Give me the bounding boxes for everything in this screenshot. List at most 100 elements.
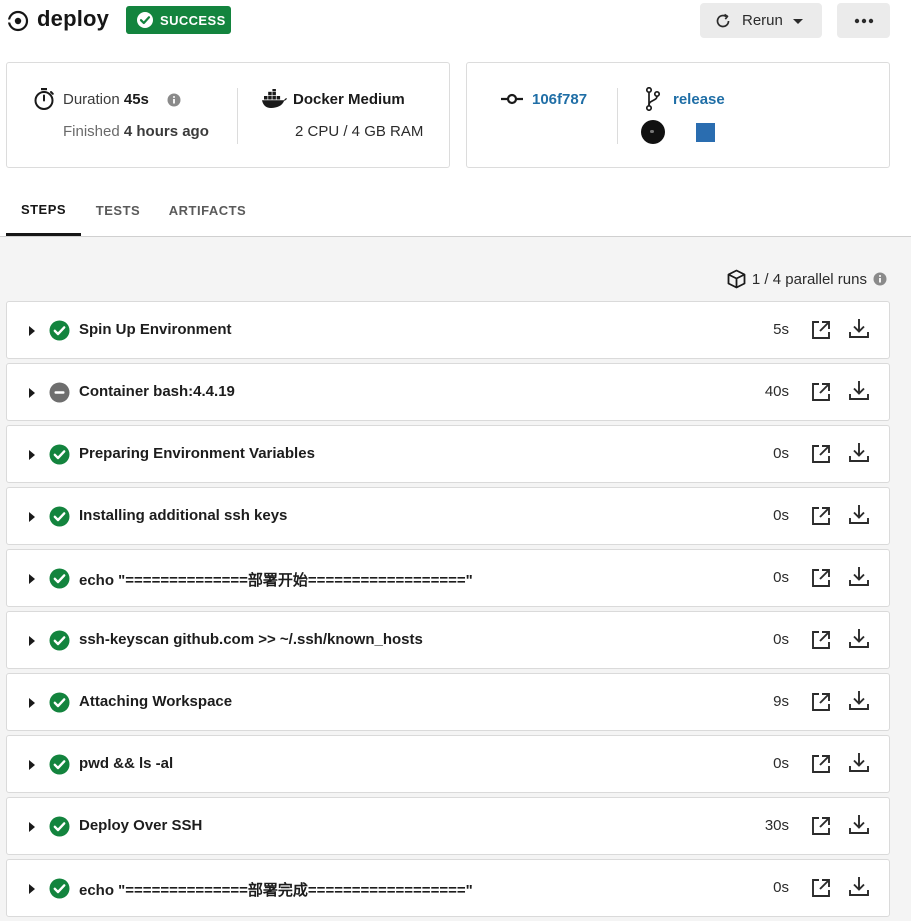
download-icon[interactable]	[848, 441, 870, 463]
caret-right-icon[interactable]	[27, 635, 37, 647]
step-row[interactable]: echo "==============部署完成================…	[6, 859, 890, 917]
step-label: Installing additional ssh keys	[79, 507, 288, 524]
download-icon[interactable]	[848, 317, 870, 339]
commit-card: 106f787 release	[466, 62, 890, 168]
external-link-icon[interactable]	[810, 691, 832, 713]
parallel-runs-label: 1 / 4 parallel runs	[751, 270, 867, 288]
page-title: deploy	[37, 6, 110, 31]
success-icon	[49, 444, 70, 465]
caret-right-icon[interactable]	[27, 883, 37, 895]
success-icon	[49, 692, 70, 713]
step-row[interactable]: Spin Up Environment 5s	[6, 301, 890, 359]
external-link-icon[interactable]	[810, 753, 832, 775]
success-icon	[49, 754, 70, 775]
check-circle-icon	[137, 12, 153, 28]
step-row[interactable]: Preparing Environment Variables 0s	[6, 425, 890, 483]
step-row[interactable]: ssh-keyscan github.com >> ~/.ssh/known_h…	[6, 611, 890, 669]
step-duration: 0s	[773, 879, 789, 896]
status-badge: SUCCESS	[126, 6, 231, 34]
caret-right-icon[interactable]	[27, 387, 37, 399]
step-label: pwd && ls -al	[79, 755, 174, 772]
avatar[interactable]	[641, 120, 665, 144]
caret-right-icon[interactable]	[27, 821, 37, 833]
step-duration: 0s	[773, 507, 789, 524]
download-icon[interactable]	[848, 751, 870, 773]
rerun-button[interactable]: Rerun	[700, 3, 822, 38]
job-summary-card: Duration 45s Finished 4 hours ago Docker…	[6, 62, 450, 168]
download-icon[interactable]	[848, 379, 870, 401]
download-icon[interactable]	[848, 813, 870, 835]
tab-tests[interactable]: TESTS	[86, 185, 150, 236]
download-icon[interactable]	[848, 627, 870, 649]
duration-text: Duration 45s	[63, 91, 149, 108]
success-icon	[49, 506, 70, 527]
step-row[interactable]: pwd && ls -al 0s	[6, 735, 890, 793]
step-duration: 5s	[773, 321, 789, 338]
external-link-icon[interactable]	[810, 815, 832, 837]
success-icon	[49, 816, 70, 837]
executor-text: Docker Medium	[293, 91, 405, 108]
caret-down-icon	[792, 18, 803, 24]
step-duration: 0s	[773, 755, 789, 772]
branch-link[interactable]: release	[673, 91, 725, 108]
step-duration: 30s	[764, 817, 789, 834]
duration-value: 45s	[123, 91, 149, 108]
caret-right-icon[interactable]	[27, 511, 37, 523]
duration-label: Duration	[63, 91, 120, 108]
download-icon[interactable]	[848, 503, 870, 525]
step-row[interactable]: Installing additional ssh keys 0s	[6, 487, 890, 545]
step-label: echo "==============部署开始================…	[79, 572, 473, 589]
external-link-icon[interactable]	[810, 381, 832, 403]
external-link-icon[interactable]	[810, 877, 832, 899]
tab-artifacts[interactable]: ARTIFACTS	[160, 185, 255, 236]
divider	[617, 88, 618, 144]
step-row[interactable]: Container bash:4.4.19 40s	[6, 363, 890, 421]
download-icon[interactable]	[848, 565, 870, 587]
external-link-icon[interactable]	[810, 443, 832, 465]
caret-right-icon[interactable]	[27, 573, 37, 585]
step-label: Deploy Over SSH	[79, 817, 203, 834]
step-duration: 40s	[764, 383, 789, 400]
success-icon	[49, 878, 70, 899]
finished-text: Finished 4 hours ago	[63, 123, 209, 140]
info-icon[interactable]	[873, 272, 887, 286]
caret-right-icon[interactable]	[27, 759, 37, 771]
avatar[interactable]	[696, 123, 715, 142]
more-options-button[interactable]	[837, 3, 890, 38]
step-row[interactable]: echo "==============部署开始================…	[6, 549, 890, 607]
external-link-icon[interactable]	[810, 505, 832, 527]
external-link-icon[interactable]	[810, 567, 832, 589]
step-row[interactable]: Deploy Over SSH 30s	[6, 797, 890, 855]
executor-name: Docker Medium	[293, 91, 405, 108]
step-label: echo "==============部署完成================…	[79, 882, 473, 899]
refresh-icon	[716, 13, 730, 27]
step-duration: 0s	[773, 445, 789, 462]
commit-link[interactable]: 106f787	[532, 91, 587, 108]
step-row[interactable]: Attaching Workspace 9s	[6, 673, 890, 731]
tab-steps[interactable]: STEPS	[6, 185, 81, 236]
docker-icon	[262, 89, 287, 108]
step-label: Preparing Environment Variables	[79, 445, 315, 462]
status-badge-label: SUCCESS	[160, 12, 226, 28]
caret-right-icon[interactable]	[27, 449, 37, 461]
info-icon[interactable]	[167, 93, 181, 107]
step-label: Spin Up Environment	[79, 321, 232, 338]
stopwatch-icon	[34, 88, 54, 110]
download-icon[interactable]	[848, 875, 870, 897]
download-icon[interactable]	[848, 689, 870, 711]
caret-right-icon[interactable]	[27, 697, 37, 709]
success-icon	[49, 630, 70, 651]
finished-label: Finished	[63, 123, 120, 140]
parallel-runs: 1 / 4 parallel runs	[727, 269, 887, 289]
finished-value: 4 hours ago	[123, 123, 209, 140]
rerun-button-label: Rerun	[742, 12, 783, 29]
external-link-icon[interactable]	[810, 319, 832, 341]
step-label: ssh-keyscan github.com >> ~/.ssh/known_h…	[79, 631, 423, 648]
step-duration: 0s	[773, 569, 789, 586]
neutral-status-icon	[49, 382, 70, 403]
caret-right-icon[interactable]	[27, 325, 37, 337]
cube-icon	[727, 269, 746, 289]
step-label: Container bash:4.4.19	[79, 383, 235, 400]
more-horizontal-icon	[854, 18, 873, 23]
external-link-icon[interactable]	[810, 629, 832, 651]
